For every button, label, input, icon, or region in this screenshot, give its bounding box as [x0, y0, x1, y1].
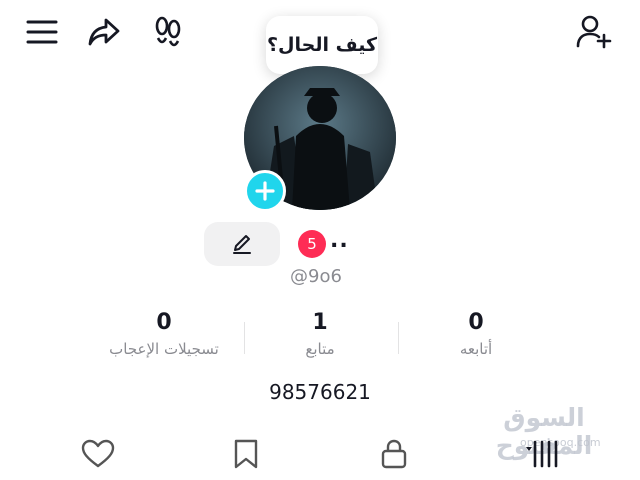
heart-icon[interactable]: [80, 436, 116, 472]
add-photo-button[interactable]: [244, 170, 286, 212]
followers-label: أتابعه: [459, 340, 493, 358]
stat-likes[interactable]: 0 تسجيلات الإعجاب: [84, 308, 244, 360]
followers-count: 0: [468, 310, 484, 335]
lock-icon[interactable]: [376, 436, 412, 472]
pencil-icon: [233, 235, 251, 254]
display-name: ..: [330, 228, 349, 253]
edit-profile-button[interactable]: [204, 222, 280, 266]
following-label: متابع: [305, 340, 335, 358]
content-tabs: [0, 432, 640, 476]
menu-icon[interactable]: [24, 14, 60, 50]
grid-icon[interactable]: [524, 436, 560, 472]
likes-count: 0: [156, 310, 172, 335]
stat-following[interactable]: 1 متابع: [240, 308, 400, 360]
footprints-icon[interactable]: [150, 14, 186, 50]
stat-followers[interactable]: 0 أتابعه: [396, 308, 556, 360]
bio-phone: 98576621: [269, 380, 371, 404]
plus-icon: [255, 181, 275, 201]
stats-row: 0 تسجيلات الإعجاب 1 متابع 0 أتابعه: [0, 308, 640, 368]
notification-badge[interactable]: 5: [298, 230, 326, 258]
share-icon[interactable]: [86, 14, 122, 50]
username: @9o6: [290, 266, 342, 287]
add-user-icon[interactable]: [576, 14, 612, 50]
likes-label: تسجيلات الإعجاب: [109, 340, 219, 358]
bookmark-icon[interactable]: [228, 436, 264, 472]
following-count: 1: [312, 310, 328, 335]
